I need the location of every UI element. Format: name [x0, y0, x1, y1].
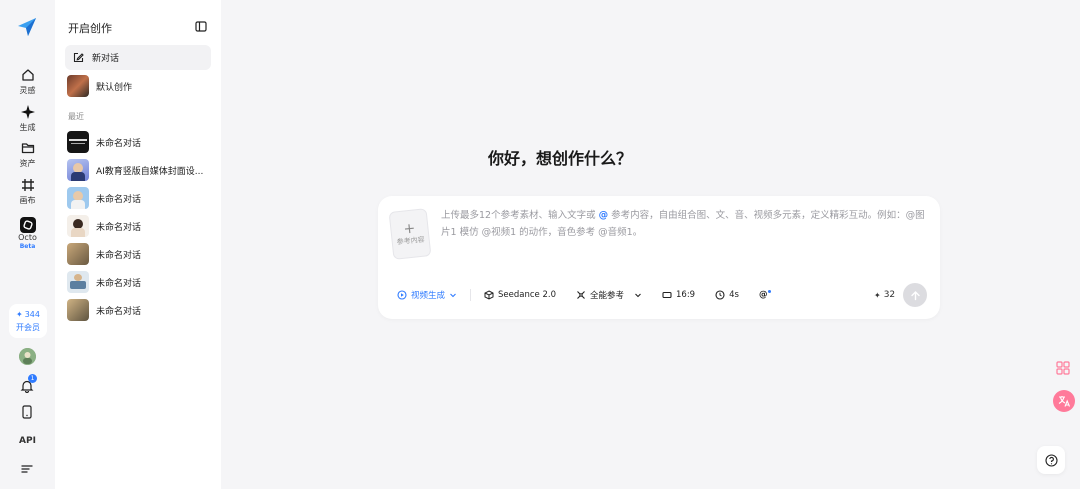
mention-button[interactable]: @ [751, 284, 779, 306]
sidebar-title: 开启创作 [68, 22, 112, 35]
sidebar-item-label: 未命名对话 [96, 306, 142, 317]
video-generate-icon [397, 290, 407, 300]
help-button[interactable] [1037, 446, 1065, 474]
prompt-input[interactable]: 上传最多12个参考素材、输入文字或 @ 参考内容，自由组合图、文、音、视频多元素… [441, 207, 931, 241]
sidebar-collapse-icon[interactable] [195, 21, 207, 32]
new-chat-label: 新对话 [92, 54, 120, 64]
clock-icon [715, 290, 725, 300]
thumbnail-image [67, 75, 89, 97]
reference-upload-button[interactable]: + 参考内容 [388, 208, 432, 260]
page-title: 你好，想创作什么？ [487, 149, 632, 168]
conversation-sidebar: 开启创作 新对话 默认创作 最近 未命名对话 AI教育竖版自媒体封面设... 未… [55, 0, 221, 489]
prompt-composer: + 参考内容 上传最多12个参考素材、输入文字或 @ 参考内容，自由组合图、文、… [378, 196, 940, 319]
mention-indicator-dot [768, 289, 772, 293]
thumbnail-image [67, 299, 89, 321]
question-icon [1044, 453, 1058, 467]
sidebar-item-label: 未命名对话 [96, 194, 142, 205]
reference-icon [577, 291, 585, 299]
list-item[interactable]: AI教育竖版自媒体封面设... [67, 159, 213, 181]
rail-item-label: 灵感 [19, 86, 36, 95]
sidebar-item-label: 默认创作 [96, 82, 133, 93]
plus-icon: + [402, 220, 417, 238]
composer-toolbar: 视频生成 Seedance 2.0 全能参考 16:9 4s @ [390, 284, 779, 306]
rail-item-generate[interactable]: 生成 [0, 104, 55, 133]
recent-section-label: 最近 [68, 112, 84, 121]
sidebar-item-label: AI教育竖版自媒体封面设... [96, 166, 204, 177]
rail-item-canvas[interactable]: 画布 [0, 177, 55, 206]
send-button[interactable] [903, 283, 927, 307]
model-select[interactable]: Seedance 2.0 [477, 284, 563, 306]
credit-cost-value: 32 [883, 290, 896, 300]
list-item[interactable]: 未命名对话 [67, 215, 213, 237]
sidebar-item-label: 未命名对话 [96, 278, 142, 289]
at-icon: @ [758, 290, 768, 300]
rail-item-label: Octo [18, 233, 37, 242]
menu-icon[interactable] [21, 464, 33, 474]
thumbnail-image [67, 187, 89, 209]
rail-item-label: 画布 [19, 196, 36, 205]
mobile-app-icon[interactable] [21, 405, 33, 419]
widget-grid-icon[interactable] [1055, 360, 1071, 376]
thumbnail-image [67, 243, 89, 265]
thumbnail-image [67, 271, 89, 293]
beta-badge: Beta [19, 243, 36, 250]
left-rail: 灵感 生成 资产 画布 Octo Beta ✦ 344 开会员 1 API [0, 0, 55, 489]
sidebar-item-default[interactable]: 默认创作 [67, 75, 213, 97]
thumbnail-image [67, 131, 89, 153]
list-item[interactable]: 未命名对话 [67, 271, 213, 293]
rail-item-assets[interactable]: 资产 [0, 140, 55, 169]
notification-badge: 1 [28, 374, 37, 383]
reference-upload-label: 参考内容 [396, 235, 426, 247]
thumbnail-image [67, 215, 89, 237]
thumbnail-image [67, 159, 89, 181]
model-label: Seedance 2.0 [498, 290, 556, 300]
home-icon [20, 67, 36, 83]
notifications-button[interactable]: 1 [19, 374, 37, 394]
rail-item-label: 生成 [19, 123, 36, 132]
divider [470, 289, 472, 301]
rail-item-label: 资产 [19, 159, 36, 168]
credits-vip-button[interactable]: ✦ 344 开会员 [9, 304, 47, 338]
aspect-ratio-icon [662, 291, 672, 299]
credit-sparkle-icon: ✦ [874, 290, 881, 300]
app-logo-icon[interactable] [16, 16, 38, 38]
edit-icon [73, 52, 84, 63]
sparkle-icon [20, 104, 36, 120]
sidebar-item-label: 未命名对话 [96, 138, 142, 149]
canvas-icon [20, 177, 36, 193]
sidebar-item-label: 未命名对话 [96, 222, 142, 233]
placeholder-text-start: 上传最多12个参考素材、输入文字或 [441, 210, 596, 221]
api-link[interactable]: API [0, 436, 55, 446]
aspect-ratio-select[interactable]: 16:9 [655, 284, 703, 306]
duration-label: 4s [729, 290, 739, 300]
credit-sparkle-icon: ✦ [16, 309, 23, 319]
list-item[interactable]: 未命名对话 [67, 187, 213, 209]
mode-label: 视频生成 [411, 291, 446, 301]
at-mention-hint: @ [598, 210, 609, 221]
chevron-down-icon [635, 293, 641, 298]
credit-cost: ✦ 32 [874, 290, 895, 300]
reference-mode-select[interactable]: 全能参考 [568, 284, 649, 306]
aspect-ratio-label: 16:9 [676, 290, 696, 300]
list-item[interactable]: 未命名对话 [67, 131, 213, 153]
rail-item-inspiration[interactable]: 灵感 [0, 67, 55, 96]
arrow-up-icon [910, 290, 920, 300]
rail-item-octo[interactable]: Octo Beta [0, 217, 55, 250]
reference-mode-label: 全能参考 [589, 291, 624, 301]
chevron-down-icon [450, 293, 456, 298]
translate-icon[interactable] [1053, 390, 1075, 412]
credits-count: 344 [24, 309, 40, 319]
vip-label: 开会员 [16, 322, 40, 332]
sidebar-item-label: 未命名对话 [96, 250, 142, 261]
folder-icon [20, 140, 36, 156]
octo-icon [19, 217, 36, 233]
list-item[interactable]: 未命名对话 [67, 243, 213, 265]
user-avatar[interactable] [19, 348, 36, 365]
list-item[interactable]: 未命名对话 [67, 299, 213, 321]
cube-icon [484, 290, 494, 300]
duration-select[interactable]: 4s [708, 284, 746, 306]
new-chat-button[interactable]: 新对话 [65, 45, 211, 70]
mode-select[interactable]: 视频生成 [390, 284, 465, 306]
